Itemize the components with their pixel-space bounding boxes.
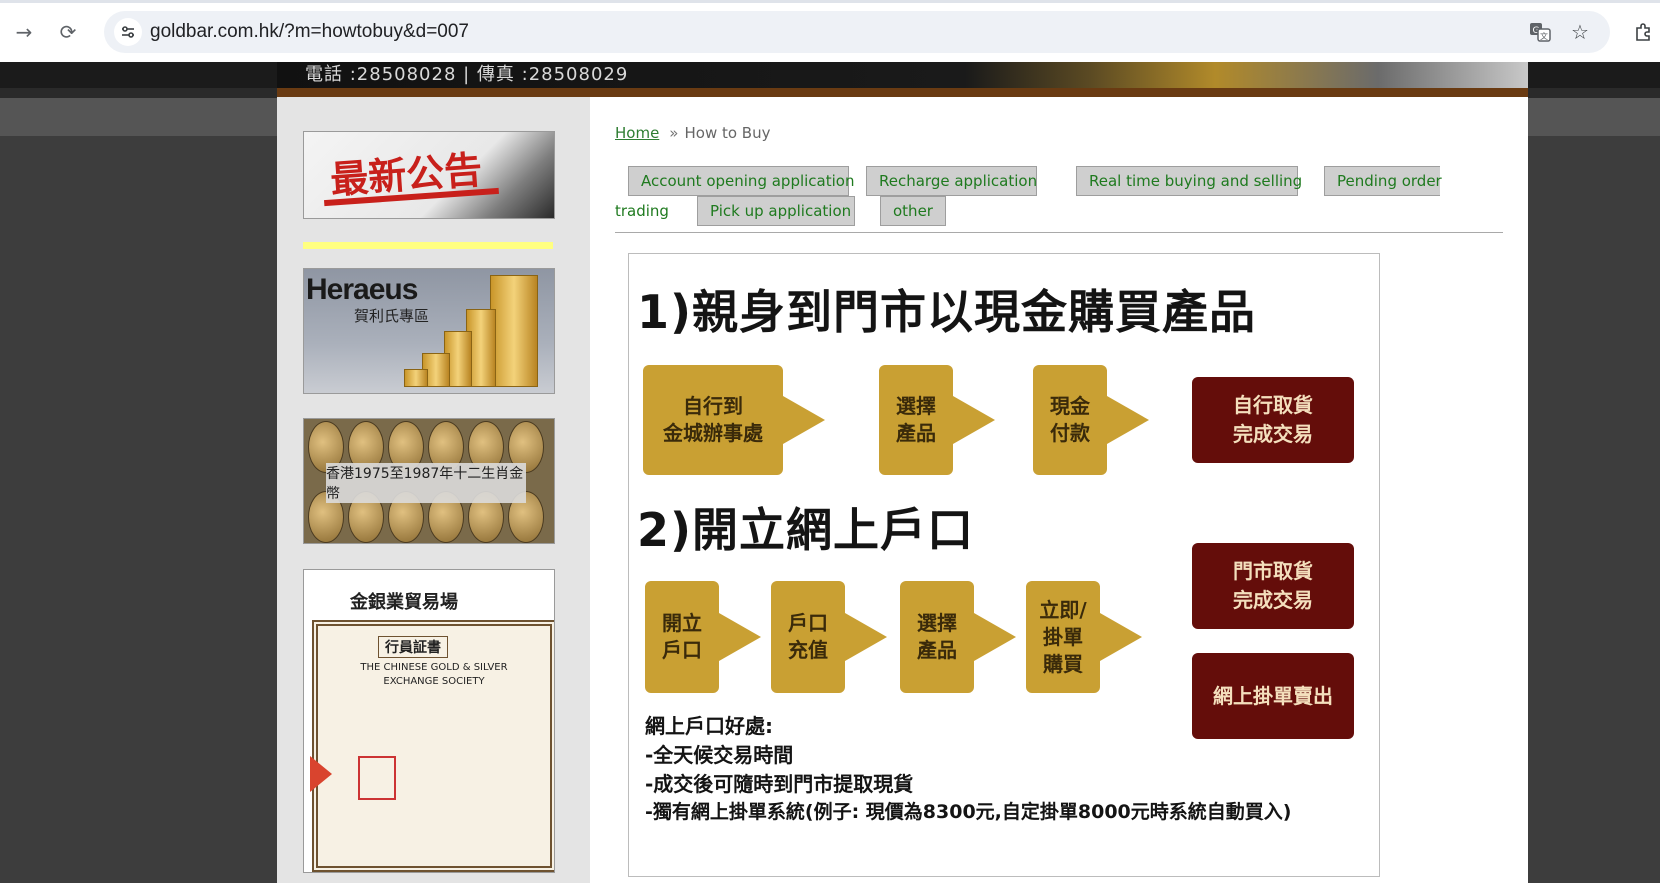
breadcrumb-current: How to Buy	[684, 124, 771, 142]
certificate-english-line2: EXCHANGE SOCIETY	[383, 676, 485, 687]
tab-strip-edge	[0, 0, 1660, 3]
zodiac-coins-banner[interactable]: 香港1975至1987年十二生肖金幣	[303, 418, 555, 544]
step-instant-or-pending-buy: 立即/ 掛單 購買	[1026, 581, 1100, 693]
red-seal-icon	[358, 756, 396, 800]
step-select-product: 選擇 產品	[879, 365, 953, 475]
step-cash-payment: 現金 付款	[1033, 365, 1107, 475]
arrow-right-icon	[1100, 613, 1142, 661]
certificate-frame: 行員証書 THE CHINESE GOLD & SILVER EXCHANGE …	[312, 620, 554, 872]
arrow-right-icon	[1107, 396, 1149, 444]
certificate-label: 行員証書	[378, 636, 448, 658]
arrow-right-icon	[974, 613, 1016, 661]
sidebar: 最新公告 Heraeus 賀利氏專區 香港1975至1987年十二生肖金幣 金銀…	[277, 97, 590, 883]
main-content: Home » How to Buy Account opening applicat…	[590, 97, 1528, 883]
tab-recharge[interactable]: Recharge application	[866, 166, 1037, 196]
svg-text:文: 文	[1540, 31, 1548, 41]
star-icon[interactable]: ☆	[1568, 20, 1592, 44]
breadcrumb: Home » How to Buy	[615, 124, 770, 142]
site-header-banner: 電話 :28508028 | 傳真 :28508029	[277, 62, 1528, 88]
gold-bar-image	[404, 369, 428, 387]
address-bar[interactable]: goldbar.com.hk/?m=howtobuy&d=007 G文 ☆	[104, 11, 1610, 53]
result-store-pickup: 門市取貨 完成交易	[1192, 543, 1354, 629]
extensions-icon[interactable]	[1628, 16, 1660, 48]
heraeus-logo: Heraeus	[306, 273, 418, 306]
tab-real-time-trading[interactable]: Real time buying and selling	[1076, 166, 1302, 196]
result-online-sell: 網上掛單賣出	[1192, 653, 1354, 739]
section1-heading: 1)親身到門市以現金購買產品	[637, 285, 1257, 339]
tab-pick-up[interactable]: Pick up application	[697, 196, 855, 226]
forward-icon[interactable]: →	[8, 16, 40, 48]
coins-caption: 香港1975至1987年十二生肖金幣	[326, 463, 526, 503]
certificate-title: 金銀業貿易場	[350, 592, 458, 613]
benefit-item: -獨有網上掛單系統(例子: 現價為8300元,自定掛單8000元時系統自動買入)	[645, 801, 1292, 823]
step-open-account: 開立 戶口	[645, 581, 719, 693]
gold-bar-image	[490, 275, 538, 387]
benefit-item: -全天候交易時間	[645, 743, 794, 767]
arrow-right-icon	[783, 396, 825, 444]
heraeus-banner[interactable]: Heraeus 賀利氏專區	[303, 268, 555, 394]
site-info-icon[interactable]	[114, 18, 142, 46]
sidebar-divider	[303, 242, 553, 249]
tab-divider	[615, 232, 1503, 233]
benefits-title: 網上戶口好處:	[645, 714, 773, 738]
step-account-topup: 戶口 充值	[771, 581, 845, 693]
arrow-right-icon	[953, 396, 995, 444]
breadcrumb-home-link[interactable]: Home	[615, 124, 659, 142]
tab-account-opening[interactable]: Account opening application	[628, 166, 854, 196]
tab-pending-order[interactable]: Pending order	[1324, 166, 1442, 196]
tab-other[interactable]: other	[880, 196, 946, 226]
reload-icon[interactable]: ⟳	[52, 16, 84, 48]
browser-toolbar: → ⟳ goldbar.com.hk/?m=howtobuy&d=007 G文 …	[0, 0, 1660, 62]
arrow-right-icon	[845, 613, 887, 661]
carousel-arrow-icon[interactable]	[310, 756, 332, 792]
breadcrumb-separator: »	[669, 124, 679, 142]
certificate-english-line1: THE CHINESE GOLD & SILVER	[360, 662, 508, 673]
benefit-item: -成交後可隨時到門市提取現貨	[645, 772, 914, 796]
how-to-buy-guide: 1)親身到門市以現金購買產品 自行到 金城辦事處 選擇 產品 現金 付款 自行取…	[628, 253, 1380, 877]
step-select-product-online: 選擇 產品	[900, 581, 974, 693]
translate-icon[interactable]: G文	[1528, 20, 1552, 44]
membership-certificate-banner[interactable]: 金銀業貿易場 行員証書 THE CHINESE GOLD & SILVER EX…	[303, 569, 555, 873]
tab-pending-order-trading[interactable]: trading	[615, 196, 673, 226]
result-self-pickup: 自行取貨 完成交易	[1192, 377, 1354, 463]
contact-info: 電話 :28508028 | 傳真 :28508029	[305, 64, 629, 85]
section2-heading: 2)開立網上戶口	[637, 503, 975, 557]
step-visit-office: 自行到 金城辦事處	[643, 365, 783, 475]
header-divider	[277, 88, 1528, 97]
notice-banner[interactable]: 最新公告	[303, 131, 555, 219]
arrow-right-icon	[719, 613, 761, 661]
url-text[interactable]: goldbar.com.hk/?m=howtobuy&d=007	[150, 21, 469, 43]
heraeus-subtitle: 賀利氏專區	[354, 307, 430, 325]
